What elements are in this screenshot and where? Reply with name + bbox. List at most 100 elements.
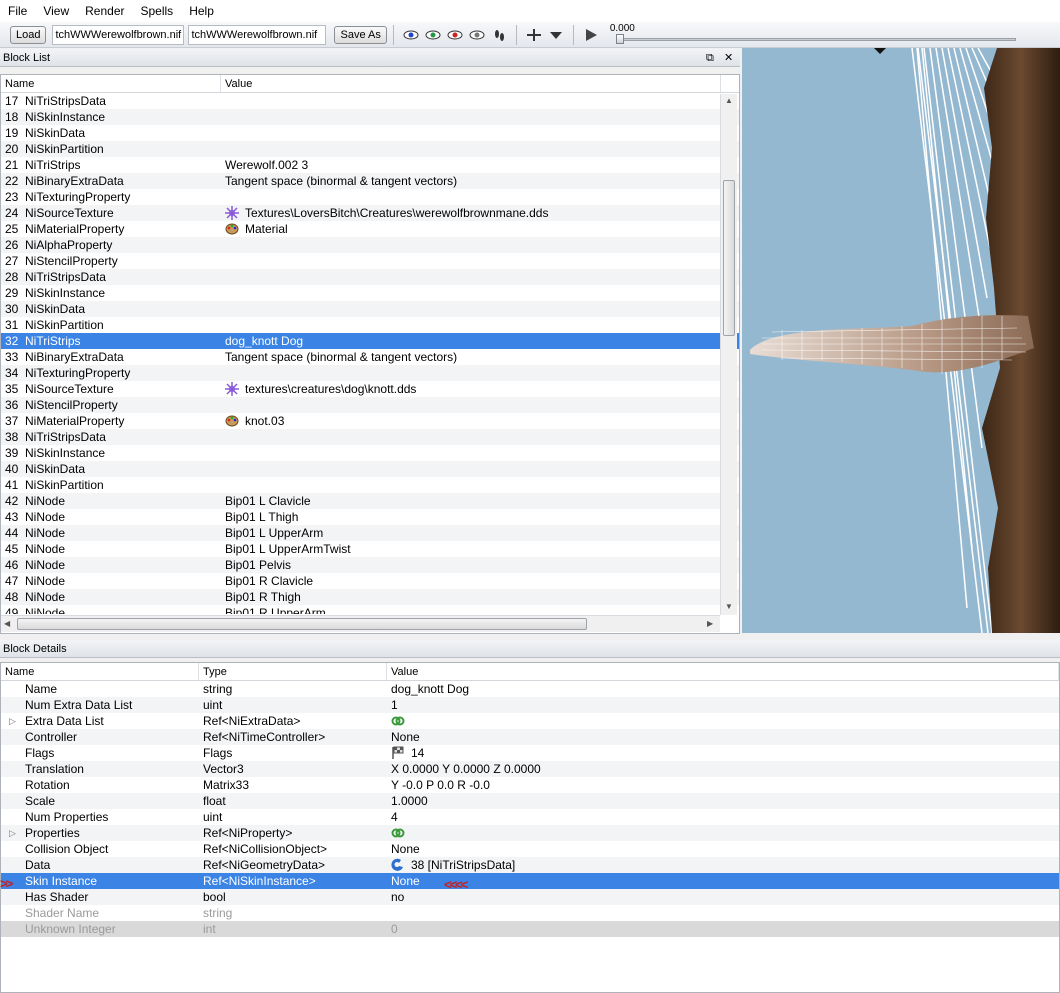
menu-spells[interactable]: Spells xyxy=(133,0,182,22)
block-row-37[interactable]: 37 NiMaterialProperty knot.03 xyxy=(1,413,739,429)
column-header-name[interactable]: Name xyxy=(1,663,199,680)
block-row-39[interactable]: 39 NiSkinInstance xyxy=(1,445,739,461)
block-row-28[interactable]: 28 NiTriStripsData xyxy=(1,269,739,285)
detail-value[interactable]: 1.0000 xyxy=(387,793,1059,809)
block-row-38[interactable]: 38 NiTriStripsData xyxy=(1,429,739,445)
block-row-40[interactable]: 40 NiSkinData xyxy=(1,461,739,477)
detail-row-controller[interactable]: Controller Ref<NiTimeController> None xyxy=(1,729,1059,745)
time-slider[interactable]: 0.000 xyxy=(608,23,1028,47)
block-row-24[interactable]: 24 NiSourceTexture Textures\LoversBitch\Cr… xyxy=(1,205,739,221)
block-row-19[interactable]: 19 NiSkinData xyxy=(1,125,739,141)
block-row-44[interactable]: 44 NiNode Bip01 L UpperArm xyxy=(1,525,739,541)
detail-row-num-properties[interactable]: Num Properties uint 4 xyxy=(1,809,1059,825)
eye-green-icon[interactable] xyxy=(424,26,442,44)
detail-value[interactable]: dog_knott Dog xyxy=(387,681,1059,697)
detail-value[interactable]: None xyxy=(387,729,1059,745)
eye-blue-icon[interactable] xyxy=(402,26,420,44)
block-row-25[interactable]: 25 NiMaterialProperty Material xyxy=(1,221,739,237)
move-axis-icon[interactable] xyxy=(525,26,543,44)
detail-row-flags[interactable]: Flags Flags 14 xyxy=(1,745,1059,761)
block-row-31[interactable]: 31 NiSkinPartition xyxy=(1,317,739,333)
block-row-47[interactable]: 47 NiNode Bip01 R Clavicle xyxy=(1,573,739,589)
detail-value[interactable]: 14 xyxy=(387,745,1059,761)
block-row-35[interactable]: 35 NiSourceTexture textures\creatures\dog\… xyxy=(1,381,739,397)
detail-value[interactable] xyxy=(387,825,1059,841)
block-list-vscroll[interactable]: ▲ ▼ xyxy=(720,94,737,615)
detail-value[interactable]: 4 xyxy=(387,809,1059,825)
detail-row-collision-object[interactable]: Collision Object Ref<NiCollisionObject> No… xyxy=(1,841,1059,857)
block-row-42[interactable]: 42 NiNode Bip01 L Clavicle xyxy=(1,493,739,509)
chevron-down-icon[interactable] xyxy=(547,26,565,44)
column-header-name[interactable]: Name xyxy=(1,75,221,92)
menu-render[interactable]: Render xyxy=(77,0,132,22)
eye-red-icon[interactable] xyxy=(446,26,464,44)
detail-value[interactable] xyxy=(387,713,1059,729)
detail-row-skin-instance[interactable]: Skin Instance Ref<NiSkinInstance> None xyxy=(1,873,1059,889)
save-as-button[interactable]: Save As xyxy=(334,25,387,44)
menu-help[interactable]: Help xyxy=(181,0,222,22)
scroll-down-icon[interactable]: ▼ xyxy=(725,602,733,611)
block-list-hscroll-thumb[interactable] xyxy=(17,618,587,630)
block-row-41[interactable]: 41 NiSkinPartition xyxy=(1,477,739,493)
detail-row-num-extra-data-list[interactable]: Num Extra Data List uint 1 xyxy=(1,697,1059,713)
load-file-field[interactable]: tchWWWerewolfbrown.nif xyxy=(52,24,185,45)
block-row-27[interactable]: 27 NiStencilProperty xyxy=(1,253,739,269)
block-row-17[interactable]: 17 NiTriStripsData xyxy=(1,93,739,109)
detail-value[interactable]: None xyxy=(387,873,1059,889)
footprint-icon[interactable] xyxy=(490,26,508,44)
detail-row-scale[interactable]: Scale float 1.0000 xyxy=(1,793,1059,809)
block-row-46[interactable]: 46 NiNode Bip01 Pelvis xyxy=(1,557,739,573)
block-row-21[interactable]: 21 NiTriStrips Werewolf.002 3 xyxy=(1,157,739,173)
render-viewport[interactable] xyxy=(742,48,1060,633)
block-row-45[interactable]: 45 NiNode Bip01 L UpperArmTwist xyxy=(1,541,739,557)
detail-row-extra-data-list[interactable]: ▷ Extra Data List Ref<NiExtraData> xyxy=(1,713,1059,729)
play-icon[interactable] xyxy=(582,26,600,44)
block-row-26[interactable]: 26 NiAlphaProperty xyxy=(1,237,739,253)
time-slider-handle[interactable] xyxy=(615,33,624,44)
scroll-left-icon[interactable]: ◀ xyxy=(4,619,10,628)
close-icon[interactable]: ✕ xyxy=(724,49,733,67)
column-header-value[interactable]: Value xyxy=(221,75,721,92)
block-row-43[interactable]: 43 NiNode Bip01 L Thigh xyxy=(1,509,739,525)
detail-value[interactable]: None xyxy=(387,841,1059,857)
block-row-30[interactable]: 30 NiSkinData xyxy=(1,301,739,317)
block-row-23[interactable]: 23 NiTexturingProperty xyxy=(1,189,739,205)
block-row-34[interactable]: 34 NiTexturingProperty xyxy=(1,365,739,381)
block-row-36[interactable]: 36 NiStencilProperty xyxy=(1,397,739,413)
detail-row-has-shader[interactable]: Has Shader bool no xyxy=(1,889,1059,905)
detail-row-rotation[interactable]: Rotation Matrix33 Y -0.0 P 0.0 R -0.0 xyxy=(1,777,1059,793)
detail-row-shader-name[interactable]: Shader Name string xyxy=(1,905,1059,921)
eye-gray-icon[interactable] xyxy=(468,26,486,44)
detail-value[interactable]: 1 xyxy=(387,697,1059,713)
detail-value[interactable]: 38 [NiTriStripsData] xyxy=(387,857,1059,873)
time-slider-track[interactable] xyxy=(615,37,1016,41)
column-header-value[interactable]: Value xyxy=(387,663,1059,680)
float-icon[interactable]: ⧉ xyxy=(706,49,714,67)
detail-value[interactable]: no xyxy=(387,889,1059,905)
block-row-29[interactable]: 29 NiSkinInstance xyxy=(1,285,739,301)
expand-arrow-icon[interactable]: ▷ xyxy=(9,825,25,841)
column-header-type[interactable]: Type xyxy=(199,663,387,680)
block-row-22[interactable]: 22 NiBinaryExtraData Tangent space (binorm… xyxy=(1,173,739,189)
block-row-32[interactable]: 32 NiTriStrips dog_knott Dog xyxy=(1,333,739,349)
menu-file[interactable]: File xyxy=(0,0,35,22)
expand-arrow-icon[interactable]: ▷ xyxy=(9,713,25,729)
block-list-vscroll-thumb[interactable] xyxy=(723,180,735,336)
detail-row-name[interactable]: Name string dog_knott Dog xyxy=(1,681,1059,697)
detail-value[interactable]: 0 xyxy=(387,921,1059,937)
load-button[interactable]: Load xyxy=(10,25,47,44)
detail-row-translation[interactable]: Translation Vector3 X 0.0000 Y 0.0000 Z 0.… xyxy=(1,761,1059,777)
block-row-20[interactable]: 20 NiSkinPartition xyxy=(1,141,739,157)
detail-value[interactable]: Y -0.0 P 0.0 R -0.0 xyxy=(387,777,1059,793)
block-row-33[interactable]: 33 NiBinaryExtraData Tangent space (binorm… xyxy=(1,349,739,365)
block-row-48[interactable]: 48 NiNode Bip01 R Thigh xyxy=(1,589,739,605)
block-row-49[interactable]: 49 NiNode Bip01 R UpperArm xyxy=(1,605,739,614)
detail-row-data[interactable]: Data Ref<NiGeometryData> 38 [NiTriStripsDa… xyxy=(1,857,1059,873)
detail-row-properties[interactable]: ▷ Properties Ref<NiProperty> xyxy=(1,825,1059,841)
block-list-hscroll[interactable]: ◀ ▶ xyxy=(1,615,720,632)
menu-view[interactable]: View xyxy=(35,0,77,22)
scroll-right-icon[interactable]: ▶ xyxy=(707,619,713,628)
detail-value[interactable]: X 0.0000 Y 0.0000 Z 0.0000 xyxy=(387,761,1059,777)
save-file-field[interactable]: tchWWWerewolfbrown.nif xyxy=(188,24,327,45)
scroll-up-icon[interactable]: ▲ xyxy=(725,96,733,105)
